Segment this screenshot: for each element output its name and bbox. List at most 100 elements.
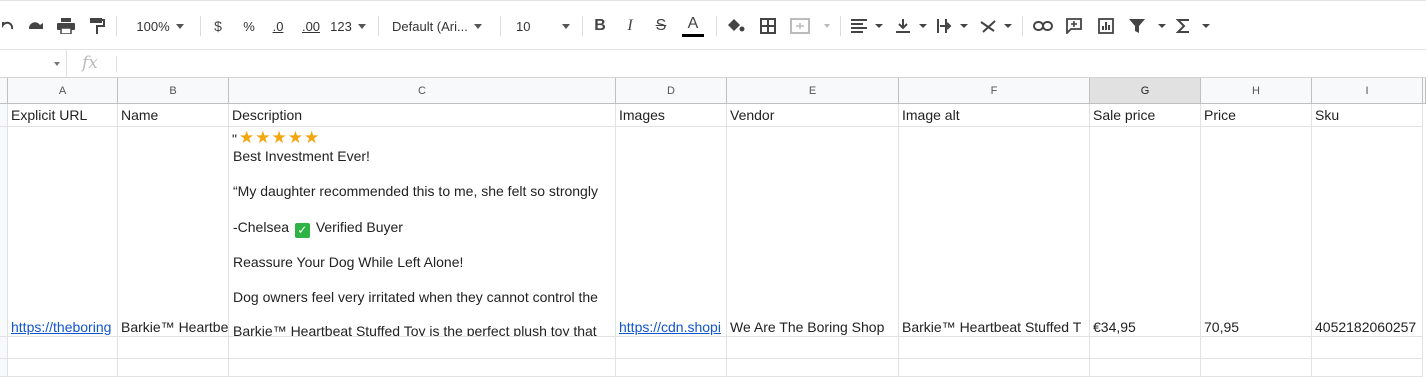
- print-icon[interactable]: [54, 13, 78, 39]
- header-cell-name[interactable]: Name: [118, 104, 229, 127]
- borders-icon[interactable]: [756, 13, 780, 39]
- strikethrough-button[interactable]: S: [650, 13, 672, 39]
- description-line: Best Investment Ever!: [233, 148, 370, 164]
- decrease-decimal-button[interactable]: .0: [266, 13, 290, 39]
- column-header-f[interactable]: F: [899, 78, 1090, 104]
- row-header[interactable]: [0, 127, 8, 337]
- number-format-select[interactable]: 123: [328, 13, 368, 39]
- empty-cell[interactable]: [1201, 359, 1312, 377]
- column-header-i[interactable]: I: [1312, 78, 1423, 104]
- header-cell-sku[interactable]: Sku: [1312, 104, 1423, 127]
- filter-icon[interactable]: [1126, 13, 1170, 39]
- cell-explicit-url[interactable]: https://theboring: [8, 127, 118, 337]
- undo-icon[interactable]: [0, 13, 14, 39]
- number-format-label: 123: [330, 18, 352, 34]
- insert-comment-icon[interactable]: [1062, 13, 1086, 39]
- percent-format-button[interactable]: %: [238, 13, 260, 39]
- column-header-b[interactable]: B: [118, 78, 229, 104]
- zoom-select[interactable]: 100%: [128, 13, 192, 39]
- description-line: Dog owners feel very irritated when they…: [233, 289, 598, 305]
- redo-icon[interactable]: [24, 13, 48, 39]
- column-header-d[interactable]: D: [616, 78, 727, 104]
- bold-button[interactable]: B: [590, 13, 610, 39]
- column-header-a[interactable]: A: [8, 78, 118, 104]
- empty-cell[interactable]: [616, 359, 727, 377]
- header-cell-explicit-url[interactable]: Explicit URL: [8, 104, 118, 127]
- zoom-value: 100%: [136, 18, 170, 34]
- rating-stars: ★★★★★: [239, 128, 321, 147]
- empty-cell[interactable]: [899, 337, 1090, 359]
- empty-cell[interactable]: [229, 337, 616, 359]
- increase-decimal-button[interactable]: .00: [296, 13, 326, 39]
- font-size-select[interactable]: 10: [508, 13, 574, 39]
- insert-link-icon[interactable]: [1030, 13, 1056, 39]
- cell-sku[interactable]: 4052182060257: [1312, 127, 1423, 337]
- check-mark-icon: ✓: [294, 223, 310, 238]
- horizontal-align-icon[interactable]: [850, 13, 886, 39]
- currency-format-button[interactable]: $: [208, 13, 228, 39]
- cell-description[interactable]: " ★★★★★ Best Investment Ever! “My daught…: [229, 127, 616, 337]
- empty-cell[interactable]: [118, 337, 229, 359]
- select-all-corner[interactable]: [0, 78, 8, 104]
- column-header-c[interactable]: C: [229, 78, 616, 104]
- header-cell-vendor[interactable]: Vendor: [727, 104, 899, 127]
- insert-chart-icon[interactable]: [1094, 13, 1118, 39]
- empty-cell[interactable]: [1201, 337, 1312, 359]
- header-cell-description[interactable]: Description: [229, 104, 616, 127]
- empty-cell[interactable]: [1312, 337, 1423, 359]
- merge-cells-icon[interactable]: [788, 13, 832, 39]
- empty-cell[interactable]: [1090, 337, 1201, 359]
- empty-cell[interactable]: [8, 337, 118, 359]
- font-select[interactable]: Default (Ari...: [386, 13, 490, 39]
- header-cell-sale-price[interactable]: Sale price: [1090, 104, 1201, 127]
- cell-name[interactable]: Barkie™ Heartbe: [118, 127, 229, 337]
- fx-icon: fx: [82, 53, 98, 73]
- empty-cell[interactable]: [727, 359, 899, 377]
- functions-icon[interactable]: [1174, 13, 1214, 39]
- row-header[interactable]: [0, 104, 8, 127]
- text-color-swatch: [682, 33, 704, 37]
- images-link[interactable]: https://cdn.shopi: [619, 319, 721, 335]
- cell-vendor[interactable]: We Are The Boring Shop: [727, 127, 899, 337]
- empty-cell[interactable]: [1312, 359, 1423, 377]
- empty-cell[interactable]: [118, 359, 229, 377]
- empty-cell[interactable]: [616, 337, 727, 359]
- cell-sale-price[interactable]: €34,95: [1090, 127, 1201, 337]
- explicit-url-link[interactable]: https://theboring: [11, 319, 111, 335]
- cell-image-alt[interactable]: Barkie™ Heartbeat Stuffed T: [899, 127, 1090, 337]
- cell-price[interactable]: 70,95: [1201, 127, 1312, 337]
- formula-input[interactable]: [120, 50, 1426, 77]
- column-header-h[interactable]: H: [1201, 78, 1312, 104]
- empty-cell[interactable]: [727, 337, 899, 359]
- fill-color-icon[interactable]: [724, 13, 748, 39]
- decrease-decimal-label: .0: [272, 18, 284, 34]
- column-header-g[interactable]: G: [1090, 78, 1201, 104]
- cell-images[interactable]: https://cdn.shopi: [616, 127, 727, 337]
- strike-label: S: [655, 17, 667, 34]
- sale-price-value: €34,95: [1093, 319, 1136, 335]
- text-rotation-icon[interactable]: [978, 13, 1016, 39]
- empty-cell[interactable]: [229, 359, 616, 377]
- column-header-e[interactable]: E: [727, 78, 899, 104]
- row-header[interactable]: [0, 359, 8, 377]
- verified-buyer-label: Verified Buyer: [315, 219, 403, 235]
- header-cell-image-alt[interactable]: Image alt: [899, 104, 1090, 127]
- price-value: 70,95: [1204, 319, 1240, 335]
- vertical-align-icon[interactable]: [894, 13, 930, 39]
- text-wrapping-icon[interactable]: [934, 13, 972, 39]
- name-box-dropdown-icon[interactable]: [54, 62, 60, 66]
- italic-button[interactable]: I: [620, 13, 640, 39]
- name-box[interactable]: [0, 50, 67, 77]
- percent-label: %: [243, 18, 255, 34]
- currency-label: $: [214, 18, 222, 34]
- text-color-button[interactable]: A: [680, 13, 706, 39]
- font-size-label: 10: [516, 18, 531, 34]
- paint-format-icon[interactable]: [86, 13, 108, 39]
- empty-cell[interactable]: [899, 359, 1090, 377]
- reviewer-name: -Chelsea: [233, 219, 290, 235]
- header-cell-price[interactable]: Price: [1201, 104, 1312, 127]
- empty-cell[interactable]: [1090, 359, 1201, 377]
- header-cell-images[interactable]: Images: [616, 104, 727, 127]
- empty-cell[interactable]: [8, 359, 118, 377]
- row-header[interactable]: [0, 337, 8, 359]
